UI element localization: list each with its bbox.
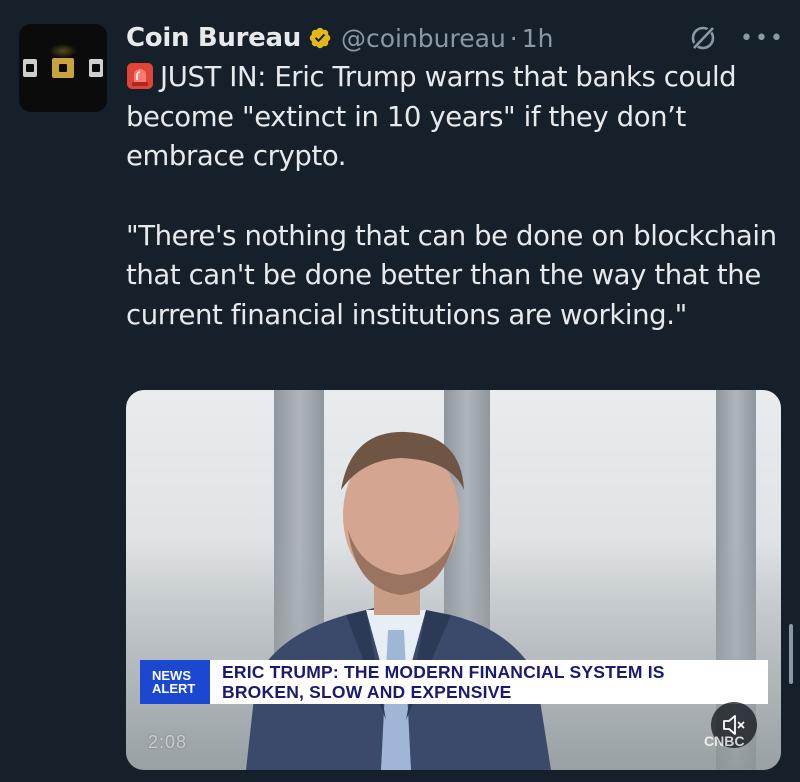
avatar-play-button-silver-left	[23, 59, 37, 77]
tweet-text: JUST IN: Eric Trump warns that banks cou…	[126, 58, 786, 335]
tweet-line-1: JUST IN: Eric Trump warns that banks cou…	[126, 61, 737, 172]
news-headline: ERIC TRUMP: THE MODERN FINANCIAL SYSTEM …	[210, 660, 665, 704]
tweet-paragraph-1: JUST IN: Eric Trump warns that banks cou…	[126, 58, 786, 177]
more-icon[interactable]: •••	[740, 26, 785, 51]
author-name[interactable]: Coin Bureau	[126, 23, 301, 53]
video-player[interactable]: NEWS ALERT ERIC TRUMP: THE MODERN FINANC…	[126, 390, 781, 770]
news-lower-third: NEWS ALERT ERIC TRUMP: THE MODERN FINANC…	[140, 660, 768, 704]
tweet-header: Coin Bureau @coinbureau · 1h	[126, 18, 554, 58]
avatar-glow	[49, 44, 77, 58]
tweet-paragraph-2: "There's nothing that can be done on blo…	[126, 219, 777, 331]
grok-icon[interactable]	[688, 23, 718, 53]
avatar-play-button-silver-right	[89, 59, 103, 77]
scrollbar-thumb[interactable]	[789, 624, 793, 684]
author-handle[interactable]: @coinbureau	[341, 24, 506, 53]
tweet-card[interactable]: Coin Bureau @coinbureau · 1h ••• JUST IN…	[0, 0, 800, 782]
avatar[interactable]	[19, 24, 107, 112]
tweet-time[interactable]: 1h	[522, 24, 554, 53]
news-alert-line-2: ALERT	[152, 681, 196, 696]
meta-separator: ·	[509, 23, 518, 53]
speaker-figure	[246, 431, 551, 770]
tweet-actions-top: •••	[688, 18, 785, 58]
headline-line-2: BROKEN, SLOW AND EXPENSIVE	[222, 682, 512, 702]
headline-line-1: ERIC TRUMP: THE MODERN FINANCIAL SYSTEM …	[222, 662, 665, 682]
news-alert-badge: NEWS ALERT	[140, 660, 210, 704]
siren-emoji-icon	[127, 63, 153, 89]
video-timestamp: 2:08	[148, 732, 188, 752]
avatar-play-button-gold	[52, 58, 74, 78]
verified-badge-icon[interactable]	[308, 26, 332, 50]
network-logo: CNBC	[704, 733, 745, 749]
